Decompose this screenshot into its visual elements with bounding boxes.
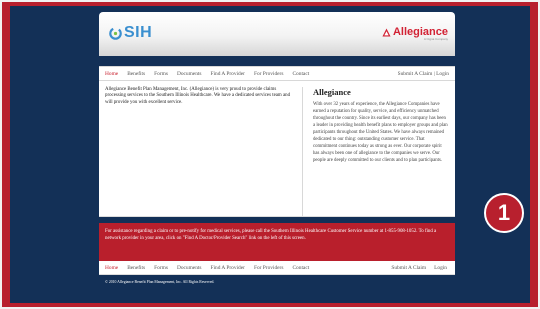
page-background: SIH Allegiance A Cigna Company Home Bene…: [10, 6, 530, 303]
assistance-banner: For assistance regarding a claim or to p…: [99, 223, 455, 261]
nav-home[interactable]: Home: [105, 71, 118, 77]
copyright-text: © 2010 Allegiance Benefit Plan Managemen…: [105, 280, 215, 284]
footer-nav-forms[interactable]: Forms: [154, 265, 168, 271]
footer-nav: Home Benefits Forms Documents Find A Pro…: [99, 261, 455, 275]
nav-benefits[interactable]: Benefits: [127, 71, 145, 77]
footer-nav-benefits[interactable]: Benefits: [127, 265, 145, 271]
site-header: SIH Allegiance A Cigna Company: [99, 12, 455, 56]
nav-find-a-provider[interactable]: Find A Provider: [211, 71, 245, 77]
nav-contact[interactable]: Contact: [292, 71, 309, 77]
about-heading: Allegiance: [313, 87, 351, 97]
outer-frame: SIH Allegiance A Cigna Company Home Bene…: [2, 2, 538, 307]
nav-documents[interactable]: Documents: [177, 71, 202, 77]
allegiance-logo[interactable]: Allegiance A Cigna Company: [382, 26, 448, 41]
sih-logo-text: SIH: [124, 24, 153, 41]
website-container: SIH Allegiance A Cigna Company Home Bene…: [99, 12, 455, 284]
sih-logo-icon: [109, 26, 122, 40]
footer-nav-documents[interactable]: Documents: [177, 265, 202, 271]
step-number-badge: 1: [484, 193, 524, 233]
footer-login-link[interactable]: Login: [434, 265, 447, 271]
nav-forms[interactable]: Forms: [154, 71, 168, 77]
about-section: Allegiance With over 32 years of experie…: [303, 87, 449, 216]
footer-submit-claim-link[interactable]: Submit A Claim: [391, 265, 426, 271]
footer-nav-find-a-provider[interactable]: Find A Provider: [211, 265, 245, 271]
footer-nav-for-providers[interactable]: For Providers: [254, 265, 284, 271]
sih-logo[interactable]: SIH: [109, 24, 152, 42]
nav-for-providers[interactable]: For Providers: [254, 71, 284, 77]
footer-nav-contact[interactable]: Contact: [292, 265, 309, 271]
main-content: Allegiance Benefit Plan Management, Inc.…: [99, 81, 455, 217]
nav-submit-claim-login[interactable]: Submit A Claim | Login: [398, 71, 449, 77]
main-nav: Home Benefits Forms Documents Find A Pro…: [99, 66, 455, 81]
about-paragraph: With over 32 years of experience, the Al…: [313, 102, 448, 163]
footer-nav-home[interactable]: Home: [105, 265, 118, 271]
allegiance-logo-icon: [382, 27, 391, 37]
intro-text: Allegiance Benefit Plan Management, Inc.…: [105, 87, 303, 216]
